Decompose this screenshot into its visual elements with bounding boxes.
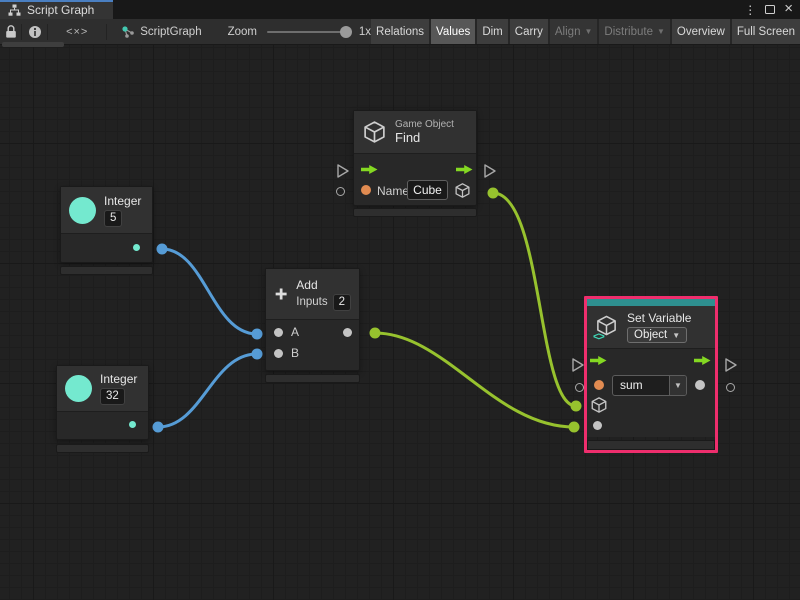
gameobject-output-icon[interactable] — [454, 182, 471, 199]
value-input-marker[interactable] — [575, 383, 584, 392]
output-port-integer[interactable] — [129, 421, 136, 428]
value-output-marker[interactable] — [726, 383, 735, 392]
node-add[interactable]: Add Inputs 2 A B — [265, 268, 360, 383]
node-title: Integer — [100, 372, 137, 386]
integer-value-field[interactable]: 32 — [100, 388, 125, 405]
node-footer — [56, 444, 149, 453]
toolbar-button-group: Relations Values Dim Carry Align▼ Distri… — [371, 19, 800, 44]
node-gameobject-find[interactable]: Game Object Find Name Cube — [353, 110, 477, 217]
node-footer — [60, 266, 153, 275]
dim-button[interactable]: Dim — [477, 19, 507, 44]
lock-button[interactable] — [0, 19, 21, 44]
wire-integer32-to-add-b[interactable] — [158, 354, 257, 427]
node-title: Find — [395, 130, 454, 145]
node-integer-32[interactable]: Integer 32 — [56, 365, 149, 453]
chevron-down-icon: ▼ — [672, 332, 680, 340]
scrollbar-thumb[interactable] — [2, 42, 64, 47]
graph-toolbar: <×> ScriptGraph Zoom 1x Relations Values… — [0, 19, 800, 45]
zoom-slider[interactable] — [267, 31, 349, 33]
window-menu-icon[interactable]: ⋮ — [744, 4, 756, 16]
tab-script-graph[interactable]: Script Graph — [0, 0, 113, 19]
control-output-marker[interactable] — [483, 163, 497, 179]
maximize-icon[interactable] — [765, 5, 775, 14]
gameobject-cube-icon — [362, 119, 387, 145]
chevron-down-icon: ▼ — [584, 28, 592, 36]
info-icon — [28, 25, 42, 39]
integer-type-icon — [69, 197, 96, 224]
node-set-variable-selected[interactable]: <> Set Variable Object ▼ — [584, 296, 718, 453]
chevron-down-icon: ▼ — [657, 28, 665, 36]
input-port-a[interactable] — [274, 328, 283, 337]
control-output-marker[interactable] — [724, 357, 738, 373]
input-port-value[interactable] — [593, 421, 602, 430]
inputs-count-field[interactable]: 2 — [333, 294, 351, 311]
carry-button[interactable]: Carry — [510, 19, 548, 44]
relations-button[interactable]: Relations — [371, 19, 429, 44]
variable-scope-dropdown[interactable]: Object ▼ — [627, 327, 687, 343]
set-variable-icon: <> — [594, 314, 620, 341]
node-integer-5[interactable]: Integer 5 — [60, 186, 153, 275]
close-icon[interactable]: × — [784, 1, 793, 16]
integer-value-field[interactable]: 5 — [104, 210, 122, 227]
variable-color-bar — [587, 299, 715, 306]
name-value-field[interactable]: Cube — [407, 180, 448, 200]
name-label: Name — [377, 184, 409, 198]
script-graph-window: Script Graph ⋮ × <×> — [0, 0, 800, 600]
node-title: Set Variable — [627, 311, 691, 325]
control-input-marker[interactable] — [571, 357, 585, 373]
breadcrumb[interactable]: ScriptGraph — [121, 25, 201, 39]
values-button[interactable]: Values — [431, 19, 475, 44]
zoom-value: 1x — [359, 26, 371, 38]
node-title: Integer — [104, 194, 141, 208]
input-port-b[interactable] — [274, 349, 283, 358]
integer-type-icon — [65, 375, 92, 402]
control-input-port[interactable] — [361, 164, 378, 175]
toolbar-separator — [106, 24, 107, 40]
lock-icon — [5, 24, 17, 39]
chevron-down-icon: ▼ — [674, 382, 682, 390]
zoom-slider-handle[interactable] — [340, 26, 352, 38]
node-footer — [265, 374, 360, 383]
output-port-value[interactable] — [695, 380, 705, 390]
control-output-port[interactable] — [694, 355, 711, 366]
breadcrumb-label: ScriptGraph — [140, 26, 201, 38]
node-footer — [353, 208, 477, 217]
node-footer — [587, 440, 715, 450]
wire-add-to-setvariable-value[interactable] — [375, 333, 574, 427]
node-category: Game Object — [395, 119, 454, 130]
output-port-integer[interactable] — [133, 244, 140, 251]
graph-canvas[interactable]: Integer 5 Integer 32 — [0, 45, 800, 600]
input-port-variable-name[interactable] — [594, 380, 604, 390]
titlebar: Script Graph ⋮ × — [0, 0, 800, 19]
wire-integer5-to-add-a[interactable] — [162, 249, 257, 334]
control-input-port[interactable] — [590, 355, 607, 366]
port-label-a: A — [291, 325, 299, 339]
fullscreen-button[interactable]: Full Screen — [732, 19, 800, 44]
node-title: Add — [296, 278, 351, 292]
zoom-label: Zoom — [228, 26, 257, 38]
inputs-label: Inputs — [296, 296, 327, 308]
align-button[interactable]: Align▼ — [550, 19, 598, 44]
control-input-marker[interactable] — [336, 163, 350, 179]
window-controls: ⋮ × — [744, 0, 800, 19]
variable-name-dropdown[interactable]: sum ▼ — [612, 375, 687, 396]
overview-button[interactable]: Overview — [672, 19, 730, 44]
input-port-gameobject-icon[interactable] — [590, 396, 608, 414]
input-port-name[interactable] — [361, 185, 371, 195]
value-input-marker[interactable] — [336, 187, 345, 196]
info-button[interactable] — [22, 19, 47, 44]
control-output-port[interactable] — [456, 164, 473, 175]
code-preview-toggle[interactable]: <×> — [48, 26, 106, 38]
wire-find-to-setvariable-object[interactable] — [493, 193, 576, 406]
graph-tab-icon — [8, 4, 21, 16]
plus-icon — [274, 281, 288, 307]
output-port-sum[interactable] — [343, 328, 352, 337]
port-label-b: B — [291, 346, 299, 360]
tab-label: Script Graph — [27, 3, 94, 17]
distribute-button[interactable]: Distribute▼ — [599, 19, 670, 44]
graph-breadcrumb-icon — [121, 25, 135, 39]
